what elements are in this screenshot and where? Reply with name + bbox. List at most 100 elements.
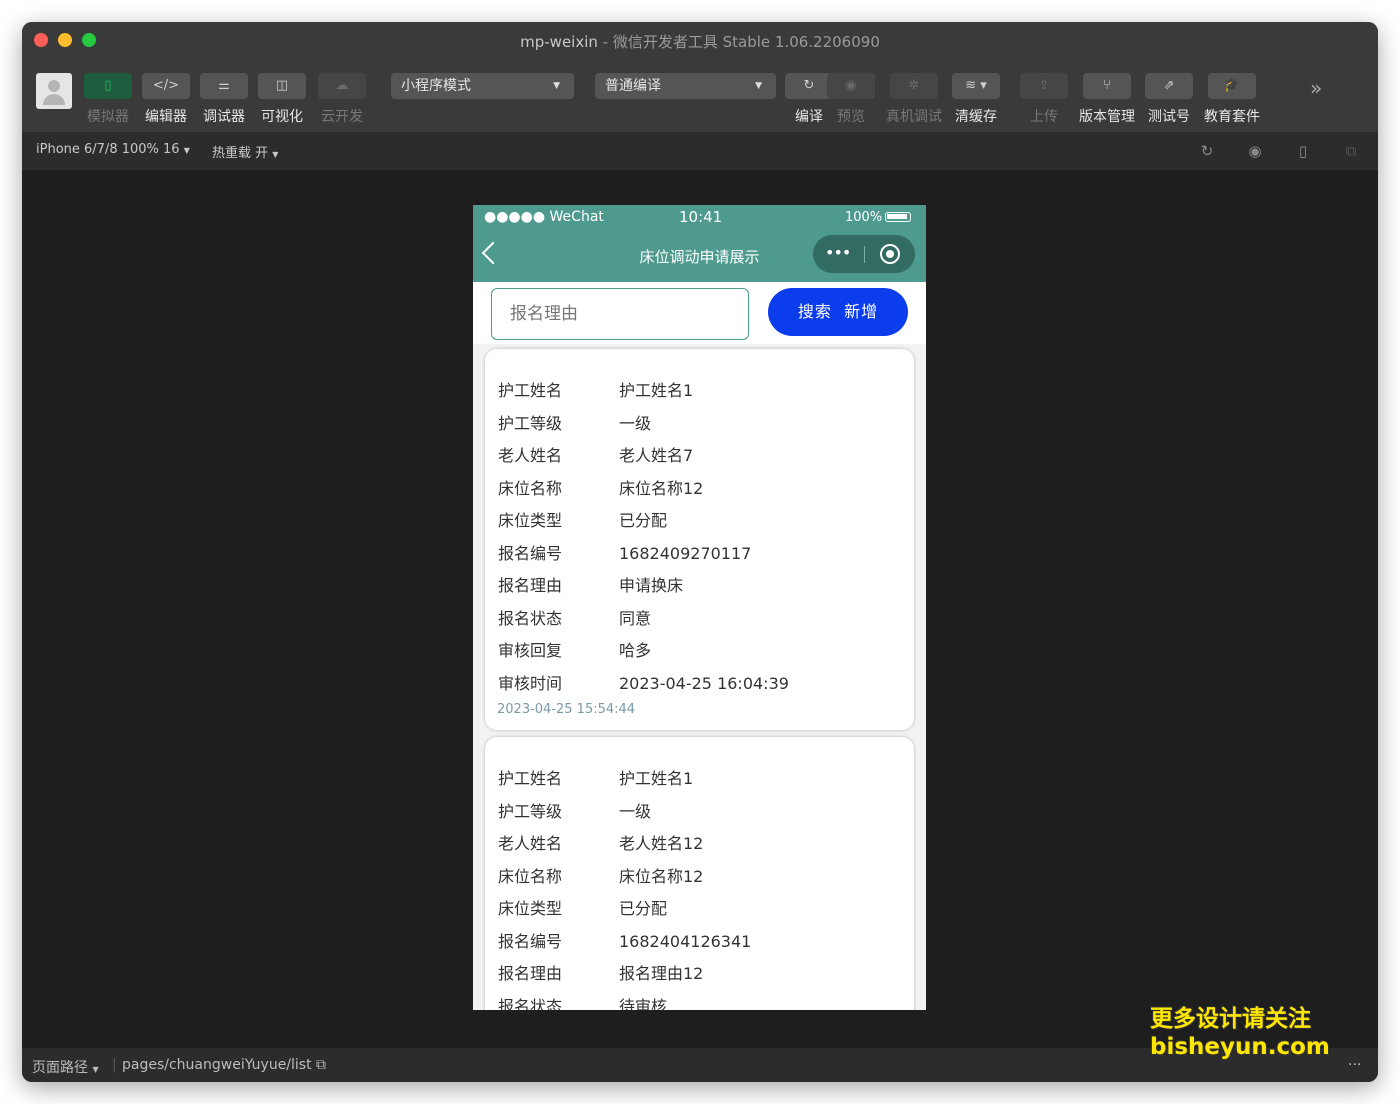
card-row: 审核回复 哈多 <box>498 641 652 660</box>
mode-select[interactable]: 小程序模式 ▼ <box>391 73 574 99</box>
device-debug-label: 真机调试 <box>886 109 942 125</box>
device-debug-button[interactable]: ✲ <box>890 73 938 99</box>
card-timestamp: 2023-04-25 15:54:44 <box>497 702 636 717</box>
bug-icon: ✲ <box>908 78 920 93</box>
debugger-button[interactable]: ⚌ <box>200 73 248 99</box>
branch-icon: ⑂ <box>1103 78 1111 93</box>
sliders-icon: ⚌ <box>218 78 230 93</box>
record-card[interactable]: 护工姓名 护工姓名1 护工等级 一级 老人姓名 老人姓名12 床位名称 床位名称12 床… <box>485 737 914 1010</box>
compile-mode-select[interactable]: 普通编译 ▼ <box>595 73 776 99</box>
more-dots-icon[interactable]: ••• <box>825 243 851 262</box>
copy-icon[interactable]: ⧉ <box>316 1057 326 1073</box>
search-button-label[interactable]: 搜索 <box>798 302 832 321</box>
refresh-icon: ↻ <box>803 78 815 93</box>
debugger-label: 调试器 <box>203 109 245 125</box>
upload-icon: ⇪ <box>1038 78 1050 93</box>
card-row: 报名编号 1682404126341 <box>498 932 752 951</box>
rotate-icon[interactable]: ↻ <box>1198 142 1216 160</box>
card-row: 审核时间 2023-04-25 16:04:39 <box>498 674 789 693</box>
edu-label: 教育套件 <box>1204 109 1260 125</box>
preview-label: 预览 <box>837 109 865 125</box>
battery-percent: 100% <box>845 210 883 225</box>
eye-icon: ◉ <box>845 78 857 93</box>
caret-down-icon: ▼ <box>553 81 560 91</box>
card-row: 床位名称 床位名称12 <box>498 867 704 886</box>
search-row: 搜索 新增 <box>473 282 926 344</box>
simulator-button[interactable]: ▯ <box>84 73 132 99</box>
card-row: 护工姓名 护工姓名1 <box>498 769 694 788</box>
mini-program-capsule: ••• <box>813 235 915 273</box>
external-link-icon: ⇗ <box>1163 78 1175 93</box>
graduation-cap-icon: 🎓 <box>1223 78 1241 93</box>
card-row: 报名理由 报名理由12 <box>498 964 704 983</box>
card-row: 护工等级 一级 <box>498 802 652 821</box>
card-row: 护工姓名 护工姓名1 <box>498 381 694 400</box>
cloud-icon: ☁ <box>335 78 349 93</box>
upload-label: 上传 <box>1030 109 1058 125</box>
phone-screen: ●●●●● WeChat 10:41 100% 床位调动申请展示 ••• 搜索 … <box>473 205 926 1010</box>
layout-icon: ◫ <box>275 78 289 93</box>
titlebar: mp-weixin - 微信开发者工具 Stable 1.06.2206090 … <box>22 22 1378 132</box>
search-add-button[interactable]: 搜索 新增 <box>768 288 908 336</box>
hot-reload-toggle[interactable]: 热重载 开 ▼ <box>212 142 278 161</box>
test-account-label: 测试号 <box>1148 109 1190 125</box>
more-chevrons-icon[interactable]: » <box>1310 76 1322 100</box>
visual-button[interactable]: ◫ <box>258 73 306 99</box>
simulator-label: 模拟器 <box>87 109 129 125</box>
card-row: 报名编号 1682409270117 <box>498 544 752 563</box>
caret-down-icon: ▼ <box>755 81 762 91</box>
add-button-label[interactable]: 新增 <box>844 302 878 321</box>
test-account-button[interactable]: ⇗ <box>1145 73 1193 99</box>
compile-button[interactable]: ↻ <box>785 73 833 99</box>
simulator-subbar: iPhone 6/7/8 100% 16 ▼ 热重载 开 ▼ ↻ ◉ ▯ ⧉ <box>22 132 1378 170</box>
phone-status-bar: ●●●●● WeChat 10:41 100% <box>473 205 926 231</box>
card-row: 床位类型 已分配 <box>498 899 668 918</box>
search-input[interactable] <box>491 288 749 340</box>
page-path-menu[interactable]: 页面路径 ▼ <box>32 1057 99 1077</box>
battery-icon <box>885 212 911 222</box>
more-dots-icon[interactable]: ··· <box>1348 1057 1361 1073</box>
compile-label: 编译 <box>795 109 823 125</box>
user-avatar[interactable] <box>36 73 72 109</box>
window-title: mp-weixin - 微信开发者工具 Stable 1.06.2206090 <box>520 33 880 51</box>
signal-carrier: ●●●●● WeChat <box>484 209 604 225</box>
phone-icon[interactable]: ▯ <box>1294 142 1312 160</box>
version-button[interactable]: ⑂ <box>1083 73 1131 99</box>
devtools-window: mp-weixin - 微信开发者工具 Stable 1.06.2206090 … <box>22 22 1378 1082</box>
card-row: 床位类型 已分配 <box>498 511 668 530</box>
preview-button[interactable]: ◉ <box>827 73 875 99</box>
window-icon[interactable]: ⧉ <box>1342 142 1360 160</box>
caret-down-icon: ▼ <box>183 146 190 155</box>
caret-down-icon: ▼ <box>272 150 279 159</box>
record-icon[interactable]: ◉ <box>1246 142 1264 160</box>
card-row: 床位名称 床位名称12 <box>498 479 704 498</box>
page-path: pages/chuangweiYuyue/list <box>122 1057 312 1073</box>
card-row: 报名状态 同意 <box>498 609 652 628</box>
card-row: 报名状态 待审核 <box>498 997 668 1010</box>
clear-cache-button[interactable]: ≋ ▾ <box>952 73 1000 99</box>
cloud-label: 云开发 <box>321 109 363 125</box>
editor-button[interactable]: </> <box>142 73 190 99</box>
edu-button[interactable]: 🎓 <box>1208 73 1256 99</box>
watermark: 更多设计请关注 bisheyun.com <box>1150 1006 1330 1060</box>
phone-icon: ▯ <box>104 78 112 93</box>
visual-label: 可视化 <box>261 109 303 125</box>
status-time: 10:41 <box>679 208 723 226</box>
code-icon: </> <box>152 78 180 93</box>
card-row: 报名理由 申请换床 <box>498 576 684 595</box>
layers-icon: ≋ ▾ <box>965 78 987 93</box>
record-card[interactable]: 护工姓名 护工姓名1 护工等级 一级 老人姓名 老人姓名7 床位名称 床位名称12 床位… <box>485 349 914 730</box>
caret-down-icon: ▼ <box>92 1065 99 1074</box>
card-row: 护工等级 一级 <box>498 414 652 433</box>
exit-target-icon[interactable] <box>880 244 900 264</box>
phone-navbar: 床位调动申请展示 ••• <box>473 231 926 282</box>
cloud-button[interactable]: ☁ <box>318 73 366 99</box>
version-label: 版本管理 <box>1079 109 1135 125</box>
upload-button[interactable]: ⇪ <box>1020 73 1068 99</box>
editor-label: 编辑器 <box>145 109 187 125</box>
simulator-canvas: ●●●●● WeChat 10:41 100% 床位调动申请展示 ••• 搜索 … <box>22 170 1378 1048</box>
card-row: 老人姓名 老人姓名7 <box>498 446 694 465</box>
device-select[interactable]: iPhone 6/7/8 100% 16 ▼ <box>36 142 190 157</box>
clear-cache-label: 清缓存 <box>955 109 997 125</box>
card-row: 老人姓名 老人姓名12 <box>498 834 704 853</box>
